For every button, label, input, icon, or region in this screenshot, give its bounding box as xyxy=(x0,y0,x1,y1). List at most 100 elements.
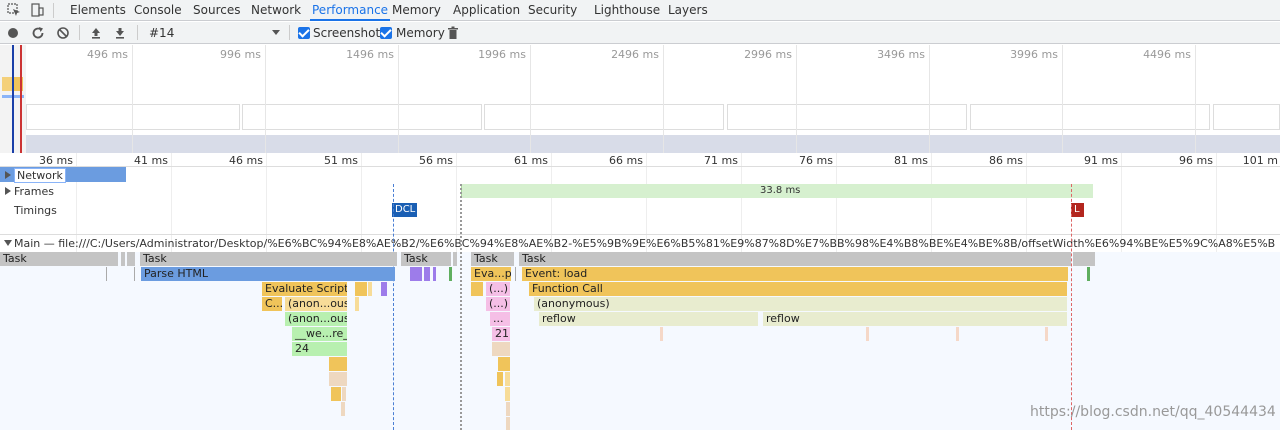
collapse-main-icon[interactable] xyxy=(4,240,12,246)
function-bar[interactable] xyxy=(331,387,341,401)
evaluate-script-bar[interactable]: Evaluate Script xyxy=(262,282,347,296)
purple-event-bar[interactable] xyxy=(381,282,387,296)
function-bar[interactable] xyxy=(498,357,510,371)
green-event-bar[interactable] xyxy=(1087,267,1090,281)
function-bar[interactable] xyxy=(329,372,347,386)
tab-performance[interactable]: Performance xyxy=(310,0,391,21)
overview-tick: 496 ms xyxy=(87,48,128,61)
function-bar[interactable] xyxy=(341,402,345,416)
green-event-bar[interactable] xyxy=(449,267,452,281)
function-bar[interactable] xyxy=(505,387,510,401)
purple-event-bar[interactable] xyxy=(410,267,422,281)
overview-tick: 1996 ms xyxy=(478,48,526,61)
chevron-down-icon[interactable] xyxy=(270,26,282,38)
overview-handle-left[interactable] xyxy=(12,45,14,153)
function-bar[interactable]: __we...re__ xyxy=(292,327,347,341)
ruler-tick: 51 ms xyxy=(324,154,358,167)
clear-icon[interactable] xyxy=(55,25,71,41)
parse-html-bar[interactable]: Parse HTML xyxy=(141,267,395,281)
overview-filmstrip xyxy=(26,103,1280,131)
task-bar[interactable]: Task xyxy=(0,252,118,266)
recording-select[interactable]: #14 xyxy=(149,26,174,40)
ruler-tick: 71 ms xyxy=(704,154,738,167)
function-bar[interactable] xyxy=(505,372,510,386)
event-load-bar[interactable]: Event: load xyxy=(522,267,1068,281)
load-line xyxy=(1071,184,1072,430)
function-bar[interactable]: (...) xyxy=(486,282,510,296)
reflow-bar[interactable]: reflow xyxy=(763,312,1067,326)
anonymous-bar[interactable]: (anon...ous) xyxy=(285,297,347,311)
overview-tick: 996 ms xyxy=(220,48,261,61)
memory-label: Memory xyxy=(396,26,445,40)
task-bar[interactable]: Task xyxy=(401,252,451,266)
timings-track-label: Timings xyxy=(14,204,57,217)
overview-memory-band xyxy=(26,135,1280,153)
task-bar[interactable]: Task xyxy=(140,252,397,266)
purple-event-bar[interactable] xyxy=(424,267,430,281)
screenshot-frame xyxy=(242,104,482,130)
timeline-overview[interactable]: 496 ms 996 ms 1496 ms 1996 ms 2496 ms 29… xyxy=(0,45,1280,153)
task-bar[interactable] xyxy=(453,252,457,266)
anonymous-bar[interactable]: (anonymous) xyxy=(534,297,1067,311)
function-bar[interactable]: 21 xyxy=(492,327,510,341)
function-bar[interactable] xyxy=(492,342,510,356)
tab-security[interactable]: Security xyxy=(528,0,577,21)
function-bar[interactable] xyxy=(342,387,346,401)
overview-tick: 1496 ms xyxy=(346,48,394,61)
function-bar[interactable]: ... xyxy=(490,312,510,326)
task-bar[interactable] xyxy=(127,252,135,266)
screenshots-checkbox[interactable] xyxy=(298,27,310,39)
tab-console[interactable]: Console xyxy=(134,0,182,21)
task-bar[interactable] xyxy=(1073,252,1095,266)
function-bar[interactable]: (...) xyxy=(486,297,510,311)
tab-elements[interactable]: Elements xyxy=(70,0,126,21)
function-bar[interactable] xyxy=(506,402,510,416)
record-icon[interactable] xyxy=(5,25,21,41)
tab-application[interactable]: Application xyxy=(453,0,520,21)
overview-handle-right[interactable] xyxy=(20,45,22,153)
anonymous-bar[interactable]: (anon...ous) xyxy=(285,312,347,326)
frame-duration: 33.8 ms xyxy=(760,185,801,196)
tab-sources[interactable]: Sources xyxy=(193,0,240,21)
memory-checkbox[interactable] xyxy=(380,27,392,39)
frame-start-line xyxy=(460,184,462,430)
expand-network-icon[interactable] xyxy=(5,171,11,179)
load-profile-icon[interactable] xyxy=(88,25,104,41)
function-bar[interactable]: 24 xyxy=(292,342,347,356)
function-bar[interactable] xyxy=(497,372,503,386)
overview-tick: 3496 ms xyxy=(877,48,925,61)
tab-network[interactable]: Network xyxy=(251,0,301,21)
frames-track-label[interactable]: Frames xyxy=(14,185,54,198)
task-bar[interactable] xyxy=(121,252,125,266)
ruler-tick: 56 ms xyxy=(419,154,453,167)
purple-event-bar[interactable] xyxy=(433,267,436,281)
script-bar[interactable] xyxy=(355,282,367,296)
tab-lighthouse[interactable]: Lighthouse xyxy=(594,0,660,21)
script-bar[interactable] xyxy=(368,282,372,296)
ruler-tick: 61 ms xyxy=(514,154,548,167)
trash-icon[interactable] xyxy=(445,25,461,41)
tab-memory[interactable]: Memory xyxy=(392,0,441,21)
reflow-bar[interactable]: reflow xyxy=(539,312,758,326)
function-call-bar[interactable]: Function Call xyxy=(529,282,1067,296)
tab-layers[interactable]: Layers xyxy=(668,0,708,21)
task-bar[interactable]: Task xyxy=(519,252,1071,266)
inspect-element-icon[interactable] xyxy=(7,3,21,17)
task-bar[interactable]: Task xyxy=(471,252,514,266)
compile-bar[interactable]: C... xyxy=(262,297,282,311)
overview-tick: 3996 ms xyxy=(1010,48,1058,61)
function-bar[interactable] xyxy=(329,357,347,371)
function-bar[interactable] xyxy=(506,417,510,430)
evaluate-script-bar[interactable]: Eva...pt xyxy=(471,267,511,281)
reload-icon[interactable] xyxy=(30,25,46,41)
network-track-label[interactable]: Network xyxy=(14,168,66,183)
ruler-tick: 76 ms xyxy=(799,154,833,167)
expand-frames-icon[interactable] xyxy=(5,187,11,195)
ruler-tick: 81 ms xyxy=(894,154,928,167)
main-track-label[interactable]: Main — file:///C:/Users/Administrator/De… xyxy=(14,237,1276,250)
device-toolbar-icon[interactable] xyxy=(30,3,44,17)
screenshot-frame xyxy=(1213,104,1280,130)
script-bar[interactable] xyxy=(471,282,483,296)
save-profile-icon[interactable] xyxy=(112,25,128,41)
script-bar[interactable] xyxy=(355,297,359,311)
